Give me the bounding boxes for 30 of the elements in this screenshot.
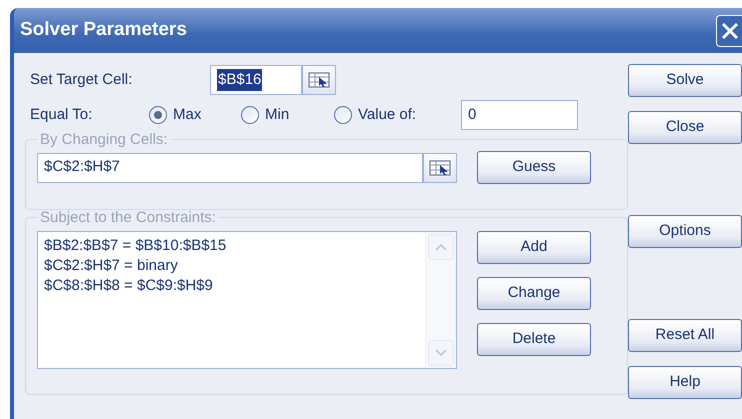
radio-option[interactable]: Value of:: [334, 104, 461, 126]
equal-to-label: Equal To:: [30, 104, 94, 125]
close-button[interactable]: [716, 14, 742, 46]
guess-button[interactable]: Guess: [477, 151, 591, 184]
radio-option[interactable]: Max: [149, 104, 241, 126]
constraint-item[interactable]: $C$8:$H$8 = $C$9:$H$9: [44, 276, 419, 296]
range-select-button[interactable]: [423, 152, 457, 182]
radio-option[interactable]: Min: [241, 104, 334, 126]
dialog-button[interactable]: Close: [628, 111, 742, 144]
target-cell-label: Set Target Cell:: [30, 70, 134, 90]
dialog-button[interactable]: Solve: [628, 64, 742, 97]
action-button[interactable]: Delete: [477, 323, 591, 356]
range-select-button[interactable]: [302, 65, 336, 95]
dialog-button[interactable]: Help: [628, 366, 742, 399]
window-title: Solver Parameters: [20, 18, 187, 42]
action-button[interactable]: Add: [477, 231, 591, 264]
group-label: Subject to the Constraints:: [39, 210, 217, 225]
range-select-icon: [429, 160, 451, 176]
dialog-button[interactable]: Reset All: [628, 319, 742, 352]
range-select-icon: [308, 72, 330, 88]
changing-cells-field[interactable]: $C$2:$H$7: [37, 152, 423, 182]
constraint-item[interactable]: $B$2:$B$7 = $B$10:$B$15: [44, 236, 419, 256]
dialog-button[interactable]: Options: [628, 215, 742, 248]
group-label: By Changing Cells:: [39, 132, 169, 147]
close-icon: [720, 22, 738, 40]
target-cell-field[interactable]: $B$16: [210, 65, 302, 95]
value-field[interactable]: 0: [461, 100, 578, 130]
constraints-list[interactable]: $B$2:$B$7 = $B$10:$B$15 $C$2:$H$7 = binary $C$8:$H$8 = $C$9:$H$9: [37, 231, 457, 369]
constraint-item[interactable]: $C$2:$H$7 = binary: [44, 256, 419, 276]
action-button[interactable]: Change: [477, 277, 591, 310]
